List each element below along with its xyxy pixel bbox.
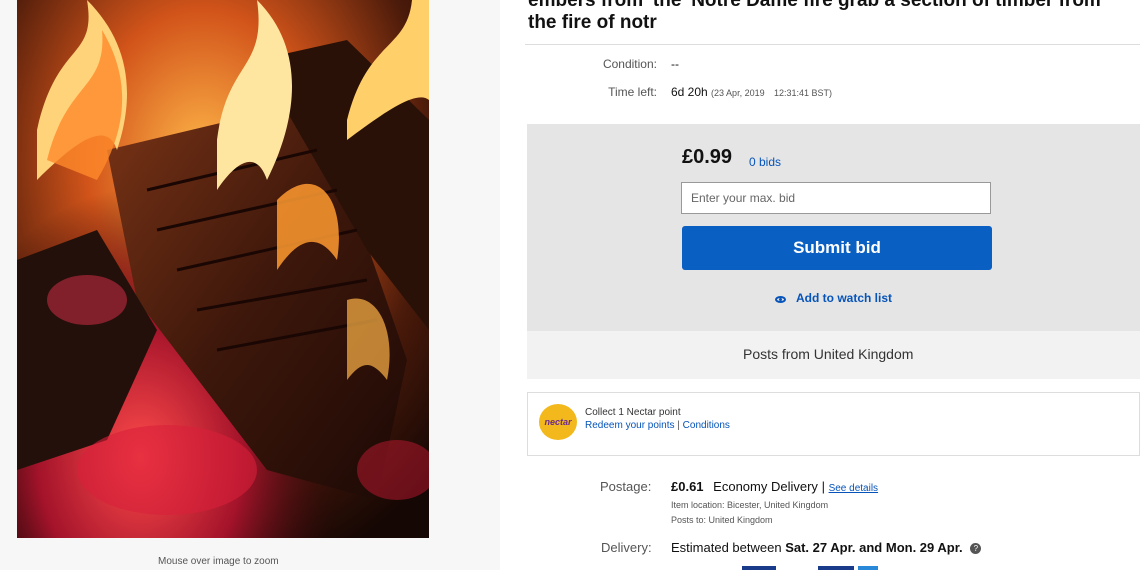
watch-label: Add to watch list [796, 291, 892, 305]
posts-to: Posts to: United Kingdom [671, 515, 773, 525]
postage-separator: | [821, 479, 825, 494]
payment-logo [858, 566, 878, 570]
posts-from-text: Posts from United Kingdom [743, 346, 914, 362]
payment-logo [818, 566, 854, 570]
eye-icon [775, 296, 786, 303]
postage-value: £0.61 Economy Delivery | See details [671, 479, 878, 494]
nectar-collect-text: Collect 1 Nectar point [585, 407, 681, 418]
item-location: Item location: Bicester, United Kingdom [671, 500, 829, 510]
condition-label: Condition: [602, 57, 657, 71]
posts-from-bar: Posts from United Kingdom [527, 331, 1140, 379]
item-photo[interactable] [17, 0, 429, 538]
info-icon[interactable]: ? [970, 543, 982, 554]
condition-value: -- [671, 57, 679, 71]
delivery-value: Estimated between Sat. 27 Apr. and Mon. … [671, 540, 982, 555]
zoom-hint: Mouse over image to zoom [158, 556, 279, 567]
nectar-links: Redeem your points | Conditions [585, 420, 730, 431]
title-divider [525, 44, 1140, 45]
delivery-prefix: Estimated between [671, 540, 782, 555]
redeem-points-link[interactable]: Redeem your points [585, 420, 675, 431]
see-details-link[interactable]: See details [829, 483, 878, 494]
nectar-panel: nectar Collect 1 Nectar point Redeem you… [527, 392, 1140, 456]
max-bid-input[interactable] [681, 182, 991, 214]
postage-price: £0.61 [671, 479, 704, 494]
time-left: 6d 20h (23 Apr, 2019 12:31:41 BST) [671, 85, 832, 99]
current-price: £0.99 [682, 146, 733, 168]
time-left-label: Time left: [608, 85, 657, 99]
end-time: 12:31:41 BST) [773, 88, 832, 98]
end-date: (23 Apr, 2019 [711, 88, 765, 98]
submit-bid-button[interactable]: Submit bid [682, 226, 992, 270]
payment-logo [742, 566, 776, 570]
image-panel: Mouse over image to zoom [0, 0, 500, 570]
nectar-conditions-link[interactable]: Conditions [683, 420, 730, 431]
time-left-value: 6d 20h [671, 85, 708, 99]
postage-service: Economy Delivery [713, 479, 818, 494]
bid-panel: £0.99 0 bids Submit bid Add to watch lis… [527, 124, 1140, 331]
listing-title: embers from 'the' Notre Dame fire grab a… [528, 0, 1101, 33]
bids-count-link[interactable]: 0 bids [749, 155, 781, 169]
delivery-dates: Sat. 27 Apr. and Mon. 29 Apr. [785, 540, 963, 555]
nectar-link-separator: | [677, 420, 680, 431]
nectar-logo: nectar [539, 404, 577, 440]
delivery-label: Delivery: [601, 540, 652, 555]
add-to-watch-list-link[interactable]: Add to watch list [775, 291, 892, 305]
postage-label: Postage: [600, 479, 652, 494]
